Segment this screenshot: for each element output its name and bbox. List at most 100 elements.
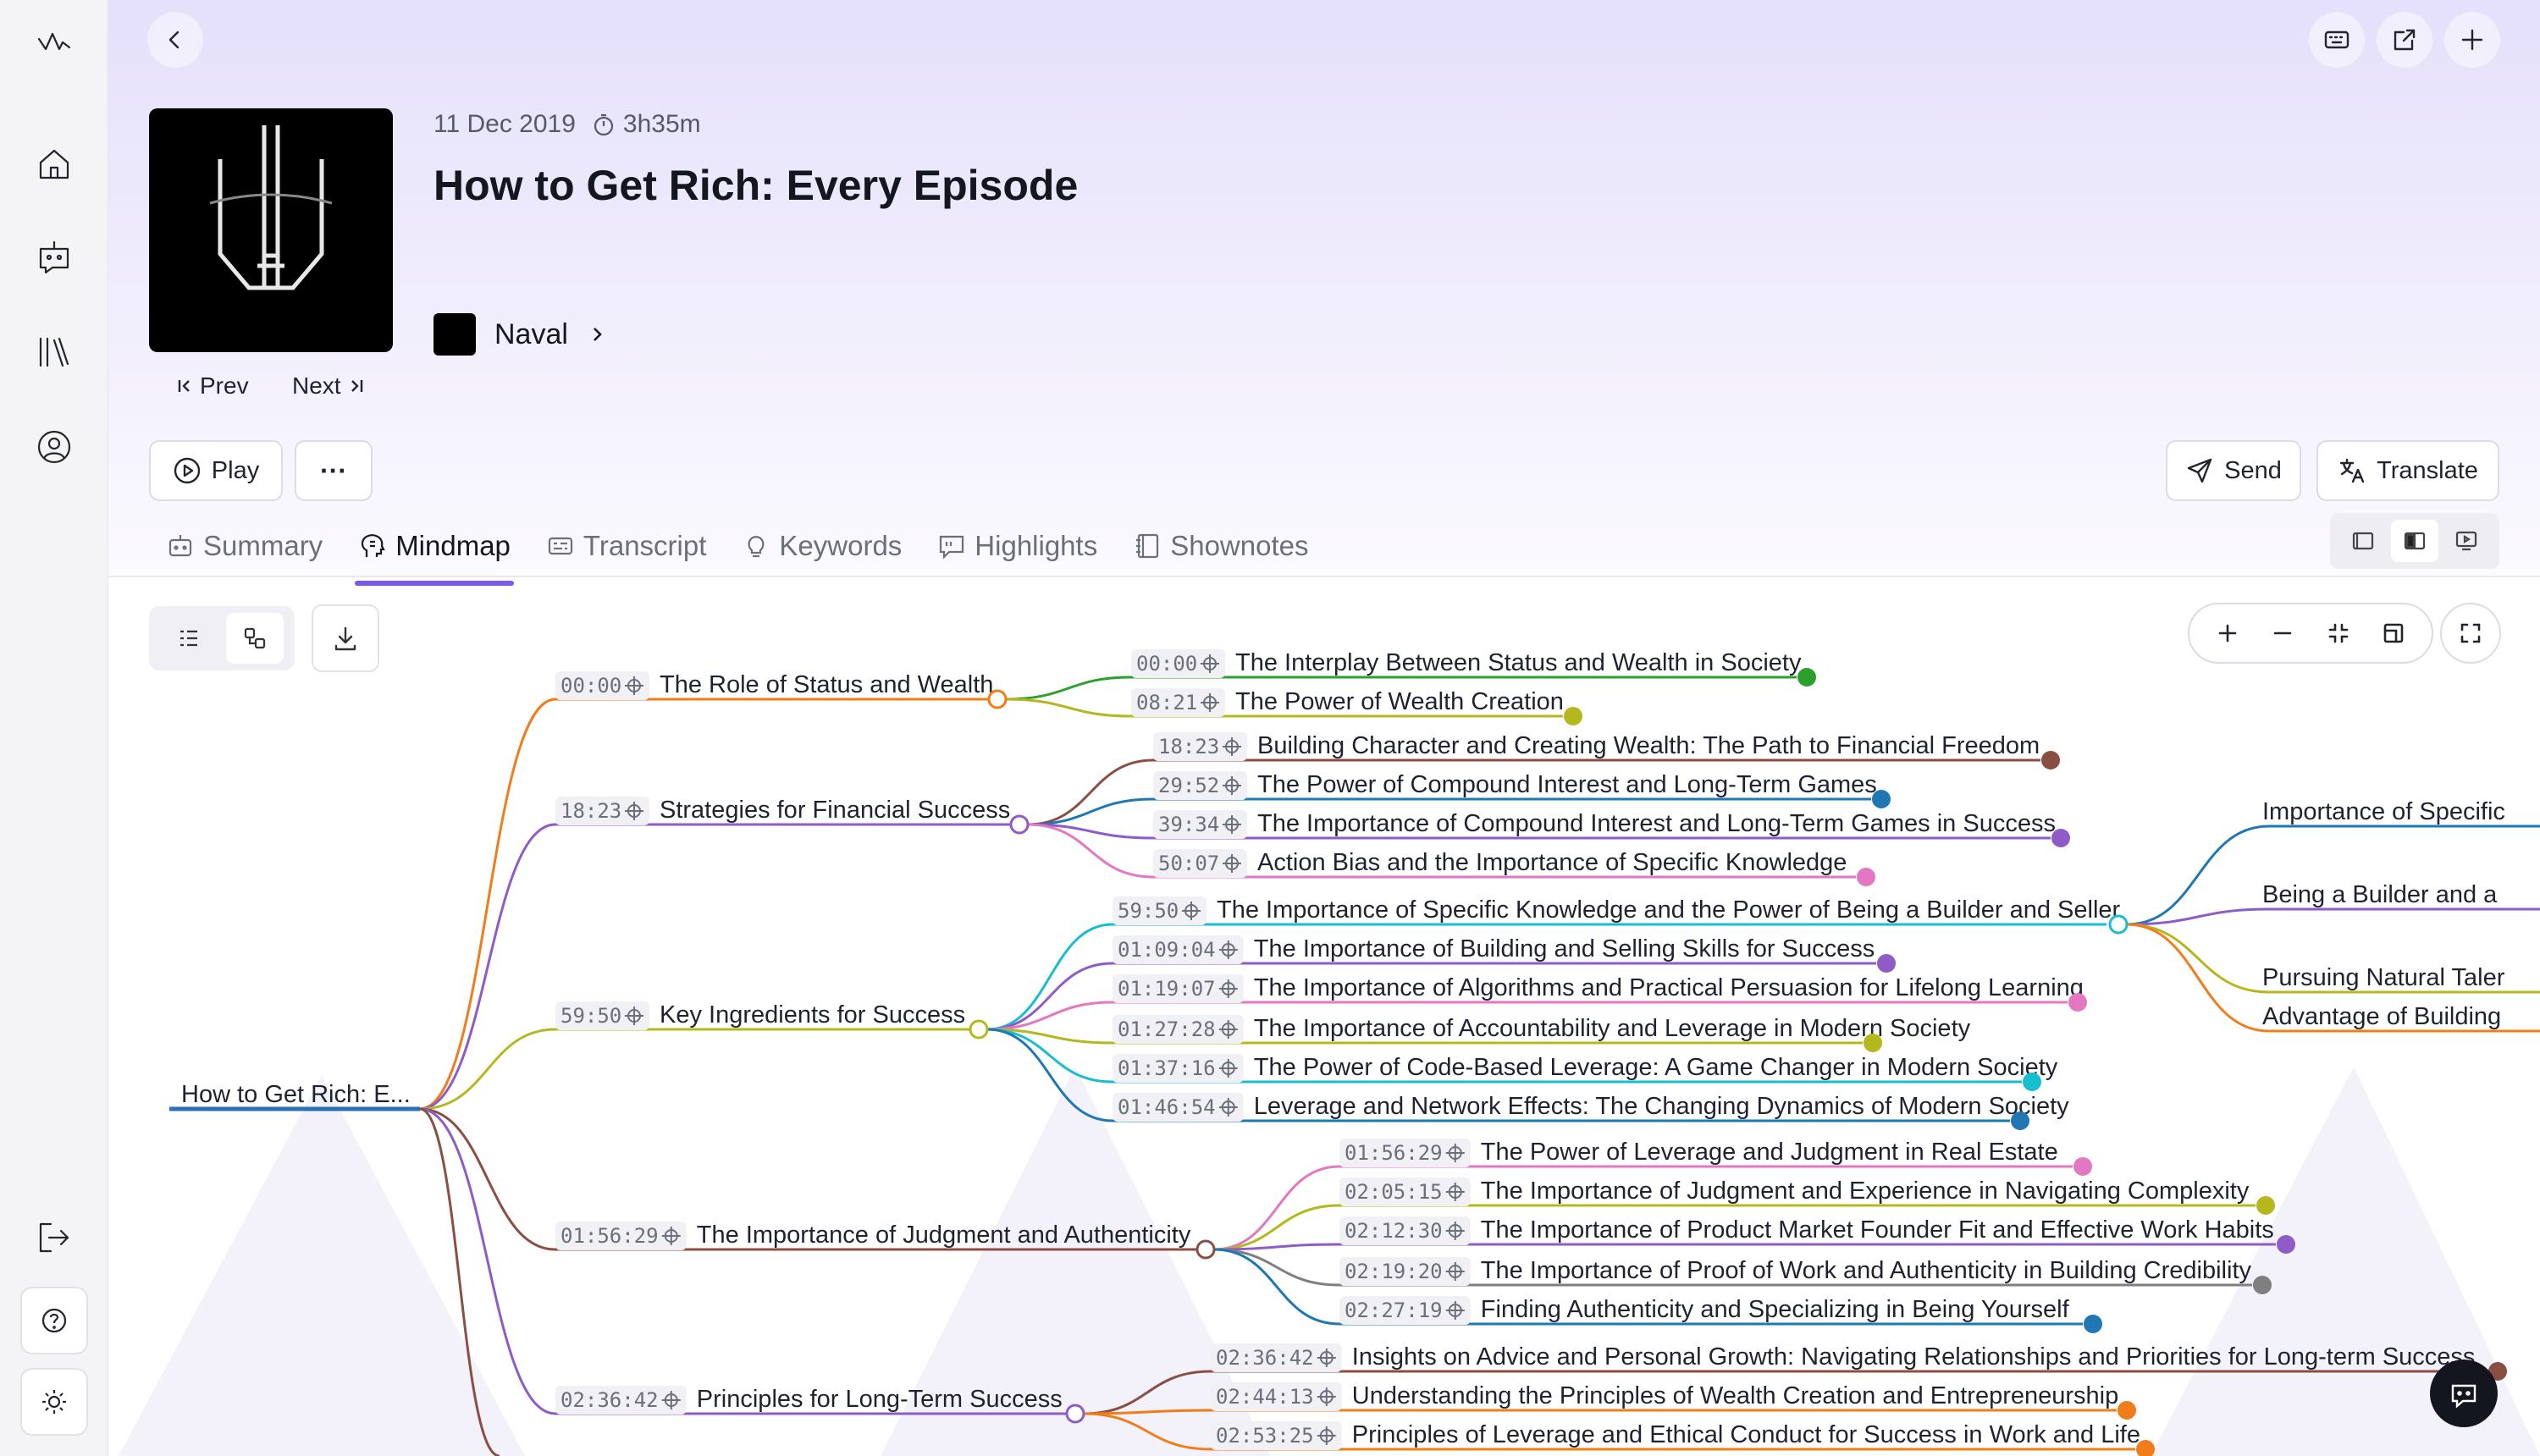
tab-summary[interactable]: Summary bbox=[163, 518, 326, 574]
translate-button[interactable]: Translate bbox=[2316, 440, 2499, 501]
mindmap-node[interactable]: 02:36:42 Insights on Advice and Personal … bbox=[1211, 1343, 2475, 1372]
sun-icon[interactable] bbox=[20, 1368, 88, 1436]
timestamp[interactable]: 59:50 bbox=[560, 1004, 621, 1028]
mindmap-node[interactable]: 02:05:15 The Importance of Judgment and E… bbox=[1339, 1177, 2250, 1206]
keyboard-button[interactable] bbox=[2309, 12, 2365, 68]
mindmap-node[interactable]: Importance of Specific bbox=[2262, 798, 2505, 825]
branch-toggle[interactable] bbox=[1065, 1404, 1085, 1424]
tab-keywords[interactable]: Keywords bbox=[738, 518, 905, 574]
fullscreen-button[interactable] bbox=[2440, 603, 2501, 664]
mindmap-node[interactable]: 00:00 The Role of Status and Wealth bbox=[555, 671, 993, 700]
tab-mindmap[interactable]: Mindmap bbox=[355, 518, 514, 586]
chat-assistant-button[interactable] bbox=[2430, 1359, 2498, 1427]
layout-split-button[interactable] bbox=[2390, 520, 2438, 562]
library-icon[interactable] bbox=[29, 327, 80, 378]
reset-view-button[interactable] bbox=[2372, 611, 2416, 655]
prev-episode-link[interactable]: Prev bbox=[174, 372, 249, 400]
leaf-dot[interactable] bbox=[2068, 993, 2087, 1012]
branch-toggle[interactable] bbox=[969, 1019, 989, 1040]
back-button[interactable] bbox=[147, 12, 203, 68]
timestamp[interactable]: 02:05:15 bbox=[1345, 1180, 1443, 1204]
leaf-dot[interactable] bbox=[1864, 1034, 1882, 1052]
help-icon[interactable] bbox=[20, 1287, 88, 1354]
mindmap-node[interactable]: 01:56:29 The Power of Leverage and Judgme… bbox=[1339, 1139, 2058, 1167]
leaf-dot[interactable] bbox=[2253, 1276, 2272, 1294]
mindmap-node[interactable]: 02:19:20 The Importance of Proof of Work … bbox=[1339, 1257, 2252, 1286]
mindmap-node[interactable]: 29:52 The Power of Compound Interest and … bbox=[1153, 771, 1877, 800]
mindmap-node[interactable]: 01:37:16 The Power of Code-Based Leverage… bbox=[1113, 1054, 2058, 1083]
tab-highlights[interactable]: Highlights bbox=[934, 518, 1101, 574]
tab-shownotes[interactable]: Shownotes bbox=[1129, 518, 1311, 574]
branch-toggle[interactable] bbox=[987, 689, 1008, 709]
mindmap-node[interactable]: 02:53:25 Principles of Leverage and Ethic… bbox=[1211, 1421, 2140, 1450]
timestamp[interactable]: 18:23 bbox=[560, 799, 621, 823]
mindmap-root-node[interactable]: How to Get Rich: E... bbox=[181, 1081, 411, 1108]
timestamp[interactable]: 02:19:20 bbox=[1345, 1260, 1443, 1283]
send-button[interactable]: Send bbox=[2166, 440, 2301, 501]
mindmap-node[interactable]: 00:00 The Interplay Between Status and We… bbox=[1131, 649, 1802, 678]
leaf-dot[interactable] bbox=[2084, 1315, 2102, 1333]
add-button[interactable] bbox=[2444, 12, 2500, 68]
leaf-dot[interactable] bbox=[2256, 1196, 2275, 1215]
timestamp[interactable]: 59:50 bbox=[1118, 899, 1179, 923]
timestamp[interactable]: 00:00 bbox=[1136, 652, 1197, 676]
timestamp[interactable]: 02:44:13 bbox=[1216, 1385, 1314, 1409]
timestamp[interactable]: 02:27:19 bbox=[1345, 1299, 1443, 1322]
fit-button[interactable] bbox=[2316, 611, 2361, 655]
zoom-in-button[interactable] bbox=[2206, 611, 2250, 655]
mindmap-node[interactable]: 02:12:30 The Importance of Product Market… bbox=[1339, 1216, 2274, 1245]
timestamp[interactable]: 08:21 bbox=[1136, 691, 1197, 714]
timestamp[interactable]: 02:36:42 bbox=[560, 1388, 659, 1412]
mindmap-node[interactable]: 02:27:19 Finding Authenticity and Special… bbox=[1339, 1296, 2070, 1325]
mindmap-node[interactable]: 39:34 The Importance of Compound Interest… bbox=[1153, 810, 2056, 839]
next-episode-link[interactable]: Next bbox=[292, 372, 367, 400]
tab-transcript[interactable]: Transcript bbox=[543, 518, 710, 574]
logout-icon[interactable] bbox=[29, 1212, 80, 1263]
mindmap-canvas[interactable]: How to Get Rich: E... 00:00 The Role of St… bbox=[108, 577, 2540, 1456]
leaf-dot[interactable] bbox=[2118, 1401, 2136, 1420]
layout-video-button[interactable] bbox=[2443, 520, 2490, 562]
leaf-dot[interactable] bbox=[2041, 751, 2060, 769]
play-button[interactable]: Play bbox=[149, 440, 283, 501]
mindmap-node[interactable]: Advantage of Building bbox=[2262, 1003, 2501, 1030]
leaf-dot[interactable] bbox=[1857, 868, 1875, 886]
zoom-out-button[interactable] bbox=[2261, 611, 2305, 655]
leaf-dot[interactable] bbox=[1797, 668, 1816, 687]
mindmap-node[interactable]: 01:46:54 Leverage and Network Effects: Th… bbox=[1113, 1093, 2069, 1122]
child-toggle[interactable] bbox=[2108, 914, 2129, 935]
timestamp[interactable]: 18:23 bbox=[1158, 735, 1219, 758]
mindmap-node[interactable]: 08:21 The Power of Wealth Creation bbox=[1131, 688, 1564, 717]
mindmap-node[interactable]: 02:36:42 Principles for Long-Term Success bbox=[555, 1386, 1063, 1415]
home-icon[interactable] bbox=[29, 139, 80, 190]
leaf-dot[interactable] bbox=[2051, 829, 2070, 847]
timestamp[interactable]: 39:34 bbox=[1158, 813, 1219, 836]
more-button[interactable]: ··· bbox=[295, 440, 373, 501]
timestamp[interactable]: 02:36:42 bbox=[1216, 1346, 1314, 1370]
timestamp[interactable]: 01:27:28 bbox=[1118, 1018, 1216, 1041]
timestamp[interactable]: 01:56:29 bbox=[560, 1224, 659, 1248]
user-circle-icon[interactable] bbox=[29, 422, 80, 472]
timestamp[interactable]: 01:19:07 bbox=[1118, 977, 1216, 1001]
wave-logo-icon[interactable] bbox=[29, 15, 80, 66]
branch-toggle[interactable] bbox=[1009, 814, 1030, 835]
author-link[interactable]: Naval bbox=[433, 313, 607, 356]
mindmap-node[interactable]: 18:23 Strategies for Financial Success bbox=[555, 797, 1010, 825]
mindmap-view-button[interactable] bbox=[226, 613, 284, 664]
download-button[interactable] bbox=[312, 604, 379, 672]
leaf-dot[interactable] bbox=[2023, 1073, 2041, 1091]
leaf-dot[interactable] bbox=[1564, 707, 1582, 725]
leaf-dot[interactable] bbox=[2277, 1235, 2295, 1254]
mindmap-node[interactable]: Pursuing Natural Taler bbox=[2262, 964, 2505, 991]
leaf-dot[interactable] bbox=[2011, 1111, 2029, 1130]
timestamp[interactable]: 29:52 bbox=[1158, 774, 1219, 797]
timestamp[interactable]: 50:07 bbox=[1158, 852, 1219, 875]
outline-view-button[interactable] bbox=[160, 613, 218, 664]
leaf-dot[interactable] bbox=[2073, 1157, 2092, 1176]
timestamp[interactable]: 01:46:54 bbox=[1118, 1095, 1216, 1119]
share-button[interactable] bbox=[2377, 12, 2432, 68]
timestamp[interactable]: 00:00 bbox=[560, 674, 621, 698]
mindmap-node[interactable]: 59:50 Key Ingredients for Success bbox=[555, 1001, 965, 1030]
mindmap-node[interactable]: 02:44:13 Understanding the Principles of … bbox=[1211, 1382, 2118, 1411]
mindmap-node[interactable]: Being a Builder and a bbox=[2262, 881, 2498, 908]
mindmap-node[interactable]: 59:50 The Importance of Specific Knowledg… bbox=[1113, 896, 2121, 925]
